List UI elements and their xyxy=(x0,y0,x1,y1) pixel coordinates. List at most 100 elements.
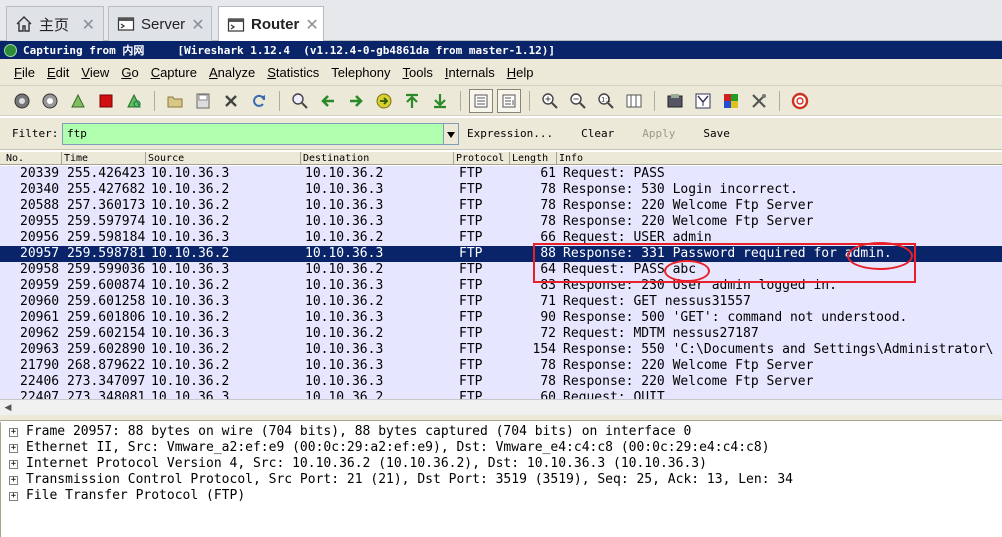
scroll-left-icon[interactable]: ◀ xyxy=(2,402,14,414)
detail-tree-item[interactable]: + File Transfer Protocol (FTP) xyxy=(9,488,245,504)
close-icon[interactable]: ✕ xyxy=(82,15,95,34)
expand-icon[interactable]: + xyxy=(9,427,18,437)
menu-statistics[interactable]: Statistics xyxy=(261,65,325,80)
close-icon[interactable]: ✕ xyxy=(305,15,318,34)
packet-row[interactable]: 20960 259.601258 10.10.36.3 10.10.36.2 FTP 71… xyxy=(0,294,1002,310)
menu-label-rest: nternals xyxy=(448,64,495,80)
cell-info: Response: 530 Login incorrect. xyxy=(563,182,798,197)
column-header-length[interactable]: Length xyxy=(510,152,557,165)
go-first-packet-icon[interactable] xyxy=(400,89,424,113)
column-header-time[interactable]: Time xyxy=(62,152,146,165)
go-back-icon[interactable] xyxy=(316,89,340,113)
normal-size-icon[interactable]: 1:1 xyxy=(594,89,618,113)
expand-icon[interactable]: + xyxy=(9,491,18,501)
column-header-source[interactable]: Source xyxy=(146,152,301,165)
go-forward-icon[interactable] xyxy=(344,89,368,113)
cell-destination: 10.10.36.3 xyxy=(305,278,384,293)
menu-go[interactable]: Go xyxy=(115,65,144,80)
menu-view[interactable]: View xyxy=(75,65,115,80)
apply-button[interactable]: Apply xyxy=(642,127,675,140)
go-last-packet-icon[interactable] xyxy=(428,89,452,113)
packet-row[interactable]: 20340 255.427682 10.10.36.2 10.10.36.3 FTP 78… xyxy=(0,182,1002,198)
column-header-info[interactable]: Info xyxy=(557,152,1002,165)
menu-label-rest: Telephony xyxy=(331,64,391,80)
packet-row[interactable]: 22406 273.347097 10.10.36.2 10.10.36.3 FTP 78… xyxy=(0,374,1002,390)
menu-file[interactable]: File xyxy=(8,65,41,80)
expand-icon[interactable]: + xyxy=(9,443,18,453)
tab-router[interactable]: Router ✕ xyxy=(218,6,324,42)
find-packet-icon[interactable] xyxy=(288,89,312,113)
cell-no: 20956 xyxy=(20,230,60,245)
menu-edit[interactable]: Edit xyxy=(41,65,75,80)
display-filter-input[interactable]: ftp xyxy=(62,122,444,145)
expand-icon[interactable]: + xyxy=(9,459,18,469)
detail-tree-item[interactable]: + Internet Protocol Version 4, Src: 10.10… xyxy=(9,456,707,472)
clear-button[interactable]: Clear xyxy=(581,127,614,140)
packet-row[interactable]: 21790 268.879622 10.10.36.2 10.10.36.3 FTP 78… xyxy=(0,358,1002,374)
packet-row[interactable]: 20962 259.602154 10.10.36.3 10.10.36.2 FTP 72… xyxy=(0,326,1002,342)
tab-router-label: Router xyxy=(251,16,300,33)
tab-home[interactable]: 主页 ✕ xyxy=(6,6,104,41)
tab-server[interactable]: Server ✕ xyxy=(108,6,212,41)
detail-tree-item[interactable]: + Frame 20957: 88 bytes on wire (704 bits… xyxy=(9,424,691,440)
filter-dropdown-button[interactable] xyxy=(444,122,459,145)
menu-telephony[interactable]: Telephony xyxy=(325,65,396,80)
packet-row[interactable]: 22407 273.348081 10.10.36.3 10.10.36.2 FTP 60… xyxy=(0,390,1002,399)
menu-label-rest: apture xyxy=(160,64,197,80)
column-header-no[interactable]: No. xyxy=(4,152,62,165)
packet-list-header: No. Time Source Destination Protocol Len… xyxy=(0,152,1002,165)
colorize-list-icon[interactable] xyxy=(469,88,493,113)
capture-options-icon[interactable] xyxy=(38,89,62,113)
resize-columns-icon[interactable] xyxy=(622,89,646,113)
column-header-destination[interactable]: Destination xyxy=(301,152,454,165)
detail-tree-item[interactable]: + Transmission Control Protocol, Src Port… xyxy=(9,472,793,488)
packet-row[interactable]: 20588 257.360173 10.10.36.2 10.10.36.3 FTP 78… xyxy=(0,198,1002,214)
packet-row[interactable]: 20339 255.426423 10.10.36.3 10.10.36.2 FTP 61… xyxy=(0,166,1002,182)
cell-protocol: FTP xyxy=(459,374,483,389)
packet-row[interactable]: 20955 259.597974 10.10.36.2 10.10.36.3 FTP 78… xyxy=(0,214,1002,230)
cell-info: Request: MDTM nessus27187 xyxy=(563,326,759,341)
zoom-out-icon[interactable] xyxy=(566,89,590,113)
zoom-in-icon[interactable] xyxy=(538,89,562,113)
start-capture-icon[interactable] xyxy=(66,89,90,113)
packet-list-horizontal-scrollbar[interactable]: ◀ xyxy=(0,399,1002,415)
save-file-icon[interactable] xyxy=(191,89,215,113)
auto-scroll-icon[interactable] xyxy=(497,88,521,113)
open-file-icon[interactable] xyxy=(163,89,187,113)
menu-tools[interactable]: Tools xyxy=(397,65,439,80)
expand-icon[interactable]: + xyxy=(9,475,18,485)
display-filters-icon[interactable] xyxy=(691,89,715,113)
window-title-bar: Capturing from 内网 [Wireshark 1.12.4 (v1.… xyxy=(0,41,1002,59)
menu-internals[interactable]: Internals xyxy=(439,65,501,80)
menu-help[interactable]: Help xyxy=(501,65,540,80)
capture-filters-icon[interactable] xyxy=(663,89,687,113)
toolbar-separator xyxy=(279,90,280,111)
cell-destination: 10.10.36.3 xyxy=(305,342,384,357)
expression-button[interactable]: Expression... xyxy=(467,127,553,140)
menu-capture[interactable]: Capture xyxy=(145,65,203,80)
coloring-rules-icon[interactable] xyxy=(719,89,743,113)
restart-capture-icon[interactable] xyxy=(122,89,146,113)
stop-capture-icon[interactable] xyxy=(94,89,118,113)
cell-info: Response: 500 'GET': command not underst… xyxy=(563,310,908,325)
packet-row[interactable]: 20961 259.601806 10.10.36.2 10.10.36.3 FTP 90… xyxy=(0,310,1002,326)
packet-row[interactable]: 20963 259.602890 10.10.36.2 10.10.36.3 FTP 15… xyxy=(0,342,1002,358)
cell-no: 20959 xyxy=(20,278,60,293)
go-to-packet-icon[interactable] xyxy=(372,89,396,113)
save-button[interactable]: Save xyxy=(703,127,730,140)
menu-analyze[interactable]: Analyze xyxy=(203,65,261,80)
detail-tree-item[interactable]: + Ethernet II, Src: Vmware_a2:ef:e9 (00:0… xyxy=(9,440,770,456)
reload-icon[interactable] xyxy=(247,89,271,113)
cell-length: 72 xyxy=(540,326,556,341)
close-file-icon[interactable] xyxy=(219,89,243,113)
cell-time: 259.601258 xyxy=(67,294,146,309)
pane-splitter[interactable] xyxy=(0,415,1002,421)
cell-time: 259.600874 xyxy=(67,278,146,293)
help-icon[interactable] xyxy=(788,89,812,113)
interfaces-icon[interactable] xyxy=(10,89,34,113)
preferences-icon[interactable] xyxy=(747,89,771,113)
column-header-protocol[interactable]: Protocol xyxy=(454,152,510,165)
cell-destination: 10.10.36.2 xyxy=(305,326,384,341)
close-icon[interactable]: ✕ xyxy=(191,15,204,34)
main-toolbar: 1:1 xyxy=(0,86,1002,116)
